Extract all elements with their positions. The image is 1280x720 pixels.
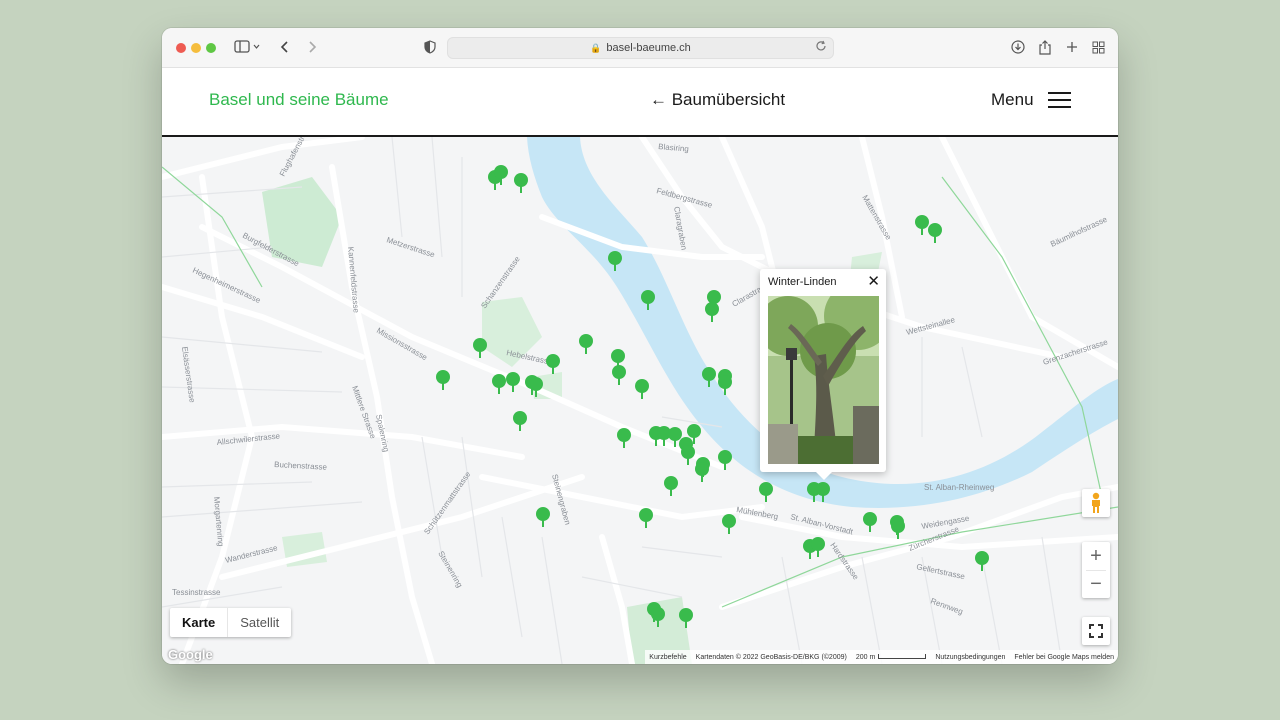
minimize-window-button[interactable] (191, 43, 201, 53)
sidebar-toggle-icon[interactable] (234, 37, 260, 57)
street-label: Buchenstrasse (274, 460, 328, 472)
tree-marker-icon[interactable] (608, 251, 622, 271)
tree-marker-icon[interactable] (891, 519, 905, 539)
tree-marker-icon[interactable] (695, 462, 709, 482)
tree-marker-icon[interactable] (718, 450, 732, 470)
tree-marker-icon[interactable] (651, 607, 665, 627)
street-label: Tessinstrasse (172, 588, 221, 597)
street-label: Gellertstrasse (916, 562, 967, 581)
tree-marker-icon[interactable] (641, 290, 655, 310)
map-type-satellite-button[interactable]: Satellit (228, 608, 291, 637)
tree-marker-icon[interactable] (536, 507, 550, 527)
street-label: Steinenring (436, 550, 464, 590)
tree-marker-icon[interactable] (635, 379, 649, 399)
keyboard-shortcuts-link[interactable]: Kurzbefehle (649, 654, 686, 661)
tree-marker-icon[interactable] (546, 354, 560, 374)
tree-marker-icon[interactable] (473, 338, 487, 358)
tree-marker-icon[interactable] (664, 476, 678, 496)
forward-icon[interactable] (304, 37, 320, 57)
google-logo[interactable]: Google (168, 647, 213, 662)
map-data-credit: Kartendaten © 2022 GeoBasis-DE/BKG (©200… (695, 653, 847, 661)
tree-marker-icon[interactable] (975, 551, 989, 571)
close-window-button[interactable] (176, 43, 186, 53)
tree-marker-icon[interactable] (811, 537, 825, 557)
map-area[interactable]: Flughafenstrasse Burgfelderstrasse Metze… (162, 137, 1118, 664)
tree-photo[interactable] (768, 296, 879, 464)
scale-bar (878, 654, 927, 660)
menu-label[interactable]: Menu (991, 90, 1034, 110)
scale-indicator[interactable]: 200 m (855, 653, 927, 661)
street-label: Blasiring (658, 142, 689, 154)
street-label: Elsässerstrasse (180, 346, 197, 404)
tree-marker-icon[interactable] (816, 482, 830, 502)
street-label: Bäumlihofstrasse (1049, 214, 1109, 248)
back-icon[interactable] (277, 37, 293, 57)
privacy-shield-icon[interactable] (422, 37, 438, 57)
tab-overview-icon[interactable] (1090, 37, 1106, 57)
tree-marker-icon[interactable] (617, 428, 631, 448)
tree-marker-icon[interactable] (436, 370, 450, 390)
site-brand-link[interactable]: Basel und seine Bäume (209, 90, 389, 110)
map-type-control: Karte Satellit (170, 608, 292, 637)
tree-marker-icon[interactable] (679, 608, 693, 628)
tree-marker-icon[interactable] (705, 302, 719, 322)
street-label: Claragraben (672, 206, 689, 251)
tree-marker-icon[interactable] (722, 514, 736, 534)
tree-marker-icon[interactable] (928, 223, 942, 243)
browser-toolbar: 🔒 basel-baeume.ch (162, 28, 1118, 68)
zoom-in-button[interactable]: + (1090, 542, 1102, 570)
hamburger-menu-icon[interactable] (1048, 92, 1071, 108)
tree-info-popup: Winter-Linden ✕ (760, 269, 886, 480)
tree-overview-link[interactable]: ← Baumübersicht (650, 90, 785, 110)
tree-marker-icon[interactable] (514, 173, 528, 193)
maximize-window-button[interactable] (206, 43, 216, 53)
close-icon[interactable]: ✕ (867, 272, 880, 290)
new-tab-icon[interactable] (1064, 37, 1080, 57)
tree-marker-icon[interactable] (759, 482, 773, 502)
fullscreen-icon[interactable] (1082, 617, 1110, 645)
lock-icon: 🔒 (590, 42, 602, 53)
download-icon[interactable] (1010, 37, 1026, 57)
tree-marker-icon[interactable] (639, 508, 653, 528)
tree-marker-icon[interactable] (863, 512, 877, 532)
street-label: Wanderstrasse (224, 543, 279, 565)
tree-marker-icon[interactable] (681, 445, 695, 465)
browser-window: 🔒 basel-baeume.ch Basel und seine Bäume … (162, 28, 1118, 664)
street-label: St. Alban-Rheinweg (924, 483, 994, 492)
map-canvas: Flughafenstrasse Burgfelderstrasse Metze… (162, 137, 1118, 664)
street-label: Rennweg (929, 596, 964, 616)
tree-marker-icon[interactable] (506, 372, 520, 392)
tree-marker-icon[interactable] (915, 215, 929, 235)
street-label: Feldbergstrasse (655, 186, 713, 210)
reload-icon[interactable] (815, 40, 827, 55)
street-label: Metzerstrasse (385, 235, 436, 259)
street-view-pegman-icon[interactable] (1082, 489, 1110, 517)
tree-marker-icon[interactable] (529, 377, 543, 397)
tree-marker-icon[interactable] (494, 165, 508, 185)
tree-marker-icon[interactable] (579, 334, 593, 354)
tree-marker-icon[interactable] (513, 411, 527, 431)
street-label: Morgartenring (212, 496, 225, 546)
address-bar[interactable]: 🔒 basel-baeume.ch (447, 37, 834, 59)
map-type-map-button[interactable]: Karte (170, 608, 229, 637)
tree-marker-icon[interactable] (492, 374, 506, 394)
terms-link[interactable]: Nutzungsbedingungen (935, 654, 1005, 661)
street-label: Schützenmattstrasse (422, 469, 473, 536)
tree-marker-icon[interactable] (718, 375, 732, 395)
share-icon[interactable] (1037, 37, 1053, 57)
popup-title: Winter-Linden (768, 276, 837, 288)
url-text: basel-baeume.ch (606, 42, 691, 54)
tree-marker-icon[interactable] (702, 367, 716, 387)
map-attribution-bar: Kurzbefehle Kartendaten © 2022 GeoBasis-… (645, 650, 1118, 664)
tree-marker-icon[interactable] (612, 365, 626, 385)
site-header: Basel und seine Bäume ← Baumübersicht Me… (162, 68, 1118, 137)
zoom-out-button[interactable]: − (1086, 570, 1106, 598)
report-error-link[interactable]: Fehler bei Google Maps melden (1014, 654, 1114, 661)
scale-label: 200 m (855, 653, 876, 661)
zoom-control: + − (1082, 542, 1110, 598)
